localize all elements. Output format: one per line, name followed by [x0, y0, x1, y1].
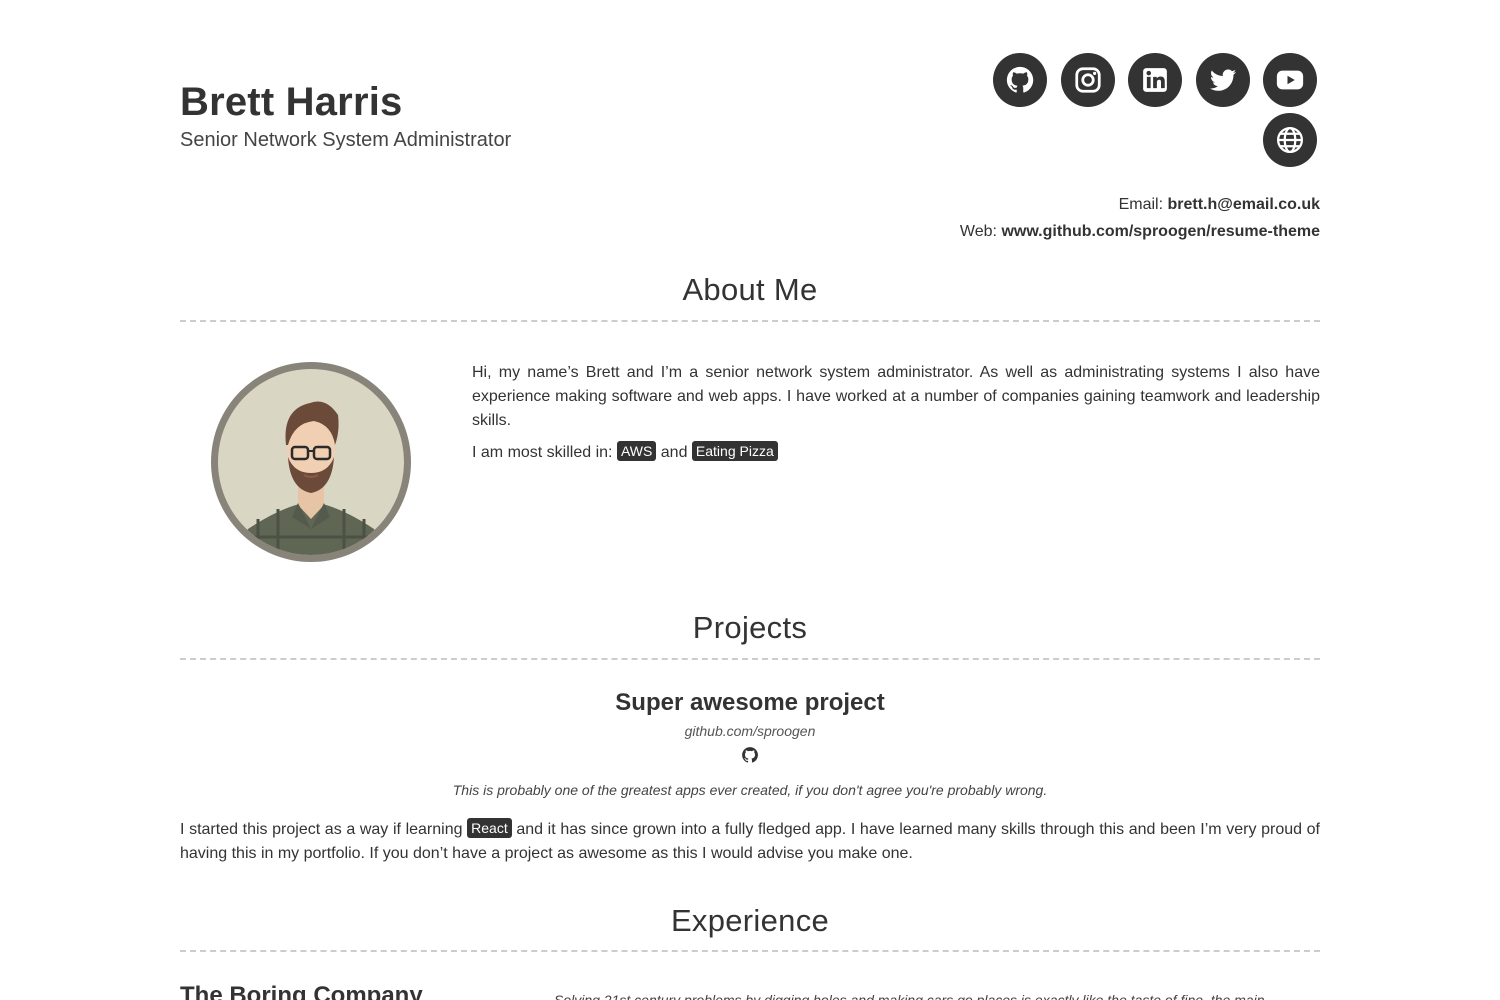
- github-link[interactable]: [993, 53, 1047, 107]
- skills-prefix: I am most skilled in:: [472, 444, 613, 461]
- project-quote: This is probably one of the greatest app…: [452, 782, 1048, 798]
- skill-tag: AWS: [616, 441, 657, 461]
- bio-paragraph: Hi, my name’s Brett and I’m a senior net…: [472, 364, 1320, 429]
- resume-page: Brett Harris Senior Network System Admin…: [180, 0, 1320, 1000]
- about-divider: [180, 320, 1320, 322]
- projects-heading: Projects: [692, 610, 808, 645]
- instagram-icon: [1075, 67, 1101, 93]
- contact-info: Email: brett.h@email.co.uk Web: www.gith…: [960, 191, 1320, 245]
- email-label: Email:: [1118, 196, 1164, 213]
- globe-icon: [1277, 127, 1303, 153]
- person-role: Senior Network System Administrator: [180, 129, 512, 151]
- email-link[interactable]: brett.h@email.co.uk: [1167, 196, 1320, 213]
- email-row: Email: brett.h@email.co.uk: [960, 191, 1320, 218]
- project-link[interactable]: github.com/sproogen: [180, 723, 1320, 739]
- about-text: Hi, my name’s Brett and I’m a senior net…: [472, 361, 1320, 473]
- web-label: Web:: [959, 223, 997, 240]
- website-link[interactable]: [1263, 113, 1317, 167]
- job-quote: Solving 21st century problems by digging…: [554, 992, 1265, 1000]
- twitter-link[interactable]: [1196, 53, 1250, 107]
- skills-joiner: and: [660, 444, 688, 461]
- project-desc-start: I started this project as a way if learn…: [180, 821, 463, 838]
- experience-divider: [180, 950, 1320, 952]
- portrait-illustration: [236, 401, 386, 555]
- linkedin-icon: [1143, 68, 1167, 92]
- skill-tag: Eating Pizza: [691, 441, 778, 461]
- projects-divider: [180, 658, 1320, 660]
- avatar-image: [218, 369, 404, 555]
- linkedin-link[interactable]: [1128, 53, 1182, 107]
- project-description: I started this project as a way if learn…: [180, 818, 1320, 866]
- about-heading: About Me: [682, 272, 818, 307]
- web-link[interactable]: www.github.com/sproogen/resume-theme: [1001, 223, 1320, 240]
- skills-line: I am most skilled in: AWS and Eating Piz…: [472, 441, 1320, 465]
- github-icon[interactable]: [741, 746, 759, 764]
- avatar: [211, 362, 411, 562]
- youtube-link[interactable]: [1263, 53, 1317, 107]
- project-title: Super awesome project: [615, 689, 885, 716]
- person-name: Brett Harris: [180, 80, 403, 124]
- tech-tag: React: [467, 818, 512, 838]
- youtube-icon: [1276, 70, 1304, 90]
- experience-heading: Experience: [670, 903, 830, 938]
- web-row: Web: www.github.com/sproogen/resume-them…: [960, 218, 1320, 245]
- instagram-link[interactable]: [1061, 53, 1115, 107]
- github-icon: [1006, 66, 1034, 93]
- twitter-icon: [1209, 69, 1237, 91]
- company-name: The Boring Company: [180, 982, 423, 1000]
